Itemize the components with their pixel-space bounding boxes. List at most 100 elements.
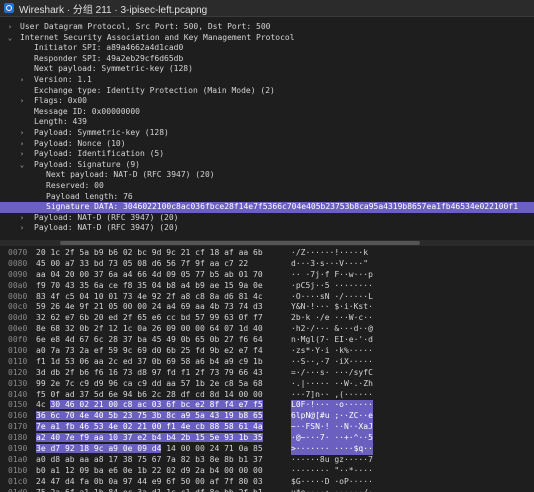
hex-bytes[interactable]: 20 1c 2f 5a b9 b6 02 bc 9d 9c 21 cf 18 a… bbox=[36, 248, 263, 259]
hex-byte[interactable]: 0b bbox=[152, 357, 162, 366]
hex-bytes[interactable]: f1 1d 53 06 aa 2c ed 37 0b 69 58 a6 b4 a… bbox=[36, 357, 263, 368]
hex-byte[interactable]: 36 bbox=[36, 411, 46, 421]
hex-byte[interactable]: 00 bbox=[108, 400, 118, 410]
hex-byte[interactable]: 4e bbox=[79, 411, 90, 421]
hex-byte[interactable]: 10 bbox=[94, 292, 104, 301]
hex-byte[interactable]: a1 bbox=[50, 466, 60, 475]
hex-byte[interactable]: 2f bbox=[166, 292, 176, 301]
hex-byte[interactable]: c8 bbox=[195, 292, 205, 301]
hex-byte[interactable]: 24 bbox=[210, 444, 220, 453]
hex-byte[interactable]: 63 bbox=[224, 313, 234, 322]
tree-row[interactable]: Payload length: 76 bbox=[0, 192, 534, 203]
hex-byte[interactable]: ca bbox=[123, 379, 133, 388]
hex-byte[interactable]: 2b bbox=[180, 433, 191, 443]
hex-ascii[interactable]: ·h2·/··· &···d··@ bbox=[291, 324, 373, 335]
hex-byte[interactable]: 79 bbox=[224, 368, 234, 377]
tree-row[interactable]: Responder SPI: 49a2eb29cf6d65db bbox=[0, 54, 534, 65]
hex-byte[interactable]: f4 bbox=[253, 346, 263, 355]
hex-byte[interactable]: 00 bbox=[181, 444, 191, 453]
hex-byte[interactable]: 4d bbox=[65, 335, 75, 344]
hex-byte[interactable]: 20 bbox=[94, 313, 104, 322]
hex-bytes[interactable]: a0 7a 73 2a ef 59 9c 69 d0 6b 25 fd 9b e… bbox=[36, 346, 263, 357]
hex-byte[interactable]: e6 bbox=[108, 466, 118, 475]
hex-byte[interactable]: aa bbox=[94, 357, 104, 366]
hex-byte[interactable]: 5b bbox=[108, 411, 118, 421]
hex-byte[interactable]: bc bbox=[137, 248, 147, 257]
hex-byte[interactable]: 21 bbox=[93, 400, 104, 410]
hex-row[interactable]: 0170 7e a1 fb 46 53 4e 02 21 00 f1 4e cb … bbox=[0, 422, 534, 434]
hex-byte[interactable]: 4d bbox=[152, 270, 162, 279]
hex-byte[interactable]: 37 bbox=[79, 390, 89, 399]
hex-bytes[interactable]: a2 40 7e f9 aa 10 37 e2 b4 b4 2b 15 5e 9… bbox=[36, 433, 263, 444]
hex-byte[interactable]: 2a bbox=[50, 488, 60, 492]
hex-ascii[interactable]: ·@~···7· ··+·^··5 bbox=[291, 433, 373, 445]
tree-row[interactable]: › Payload: NAT-D (RFC 3947) (20) bbox=[0, 213, 534, 224]
hex-byte[interactable]: 73 bbox=[65, 346, 75, 355]
hex-byte[interactable]: 2c bbox=[152, 390, 162, 399]
hex-byte[interactable]: 8e bbox=[210, 455, 220, 464]
hex-byte[interactable]: 32 bbox=[65, 324, 75, 333]
hex-byte[interactable]: 05 bbox=[108, 302, 118, 311]
hex-row[interactable]: 00e0 8e 68 32 0b 2f 12 1c 0a 26 09 00 00 … bbox=[0, 324, 534, 335]
hex-byte[interactable]: c7 bbox=[224, 259, 234, 268]
hex-byte[interactable]: ba bbox=[137, 335, 147, 344]
hex-byte[interactable]: 0a bbox=[137, 324, 147, 333]
hex-byte[interactable]: e7 bbox=[238, 400, 249, 410]
hex-byte[interactable]: 81 bbox=[239, 292, 249, 301]
hex-byte[interactable]: 5a bbox=[239, 379, 249, 388]
hex-byte[interactable]: 4e bbox=[65, 302, 75, 311]
hex-byte[interactable]: 8f bbox=[209, 400, 220, 410]
hex-byte[interactable]: 75 bbox=[137, 455, 147, 464]
hex-byte[interactable]: fd bbox=[166, 368, 176, 377]
hex-byte[interactable]: 82 bbox=[181, 455, 191, 464]
hex-byte[interactable]: b8 bbox=[238, 411, 249, 421]
hex-byte[interactable]: 00 bbox=[253, 390, 263, 399]
hex-ascii[interactable]: 6lpN@[#u ;··ZC··e bbox=[291, 411, 373, 423]
hex-byte[interactable]: 43 bbox=[253, 368, 263, 377]
hex-byte[interactable]: bd bbox=[181, 313, 191, 322]
hex-byte[interactable]: 0b bbox=[210, 335, 220, 344]
hex-byte[interactable]: 00 bbox=[195, 444, 205, 453]
hex-byte[interactable]: b6 bbox=[79, 368, 89, 377]
hex-row[interactable]: 0120 3d db 2f b6 f6 16 73 d8 97 fd f1 2f … bbox=[0, 368, 534, 379]
hex-byte[interactable]: 85 bbox=[253, 444, 263, 453]
hex-ascii[interactable]: ·/Z······!·····k bbox=[291, 248, 368, 259]
hex-byte[interactable]: 4a bbox=[253, 422, 263, 432]
hex-byte[interactable]: b4 bbox=[166, 433, 176, 443]
hex-bytes[interactable]: 7e a1 fb 46 53 4e 02 21 00 f1 4e cb 88 5… bbox=[36, 422, 263, 433]
hex-byte[interactable]: c5 bbox=[65, 292, 75, 301]
hex-byte[interactable]: 00 bbox=[79, 270, 89, 279]
hex-ascii[interactable]: ·.|····· ··W·.·Zh bbox=[291, 379, 373, 390]
hex-row[interactable]: 00d0 32 62 e7 6b 20 ed 2f 65 e6 cc bd 57 … bbox=[0, 313, 534, 324]
hex-byte[interactable]: 99 bbox=[210, 313, 220, 322]
hex-byte[interactable]: 4b bbox=[210, 302, 220, 311]
hex-byte[interactable]: dd bbox=[152, 379, 162, 388]
hex-byte[interactable]: 21 bbox=[94, 302, 104, 311]
hex-byte[interactable]: 88 bbox=[209, 422, 220, 432]
hex-byte[interactable]: 02 bbox=[79, 400, 90, 410]
hex-byte[interactable]: ab bbox=[224, 270, 234, 279]
hex-byte[interactable]: 7e bbox=[64, 433, 75, 443]
hex-byte[interactable]: b3 bbox=[195, 455, 205, 464]
hex-byte[interactable]: 23 bbox=[122, 411, 133, 421]
hex-byte[interactable]: d9 bbox=[94, 379, 104, 388]
collapsed-arrow-icon[interactable]: › bbox=[18, 213, 26, 224]
hex-byte[interactable]: 73 bbox=[210, 368, 220, 377]
tree-row[interactable]: › Payload: Nonce (10) bbox=[0, 139, 534, 150]
hex-byte[interactable]: 21 bbox=[181, 248, 191, 257]
hex-byte[interactable]: b4 bbox=[210, 466, 220, 475]
hex-byte[interactable]: 00 bbox=[239, 466, 249, 475]
hex-byte[interactable]: 28 bbox=[108, 335, 118, 344]
tree-row[interactable]: › Payload: NAT-D (RFC 3947) (20) bbox=[0, 223, 534, 234]
hex-byte[interactable]: 26 bbox=[152, 324, 162, 333]
hex-row[interactable]: 00b0 83 4f c5 04 10 01 73 4e 92 2f a8 c8 … bbox=[0, 292, 534, 303]
hex-byte[interactable]: 7e bbox=[36, 422, 46, 432]
hex-byte[interactable]: 24 bbox=[152, 302, 162, 311]
hex-byte[interactable]: ac bbox=[137, 400, 147, 410]
hex-byte[interactable]: d6 bbox=[224, 292, 234, 301]
hex-byte[interactable]: 74 bbox=[239, 302, 249, 311]
hex-byte[interactable]: 00 bbox=[151, 422, 162, 432]
hex-bytes[interactable]: 45 00 a7 33 bd 73 05 08 d6 56 7f 9f aa c… bbox=[36, 259, 248, 270]
hex-byte[interactable]: d0 bbox=[152, 346, 162, 355]
hex-byte[interactable]: d7 bbox=[50, 444, 61, 454]
